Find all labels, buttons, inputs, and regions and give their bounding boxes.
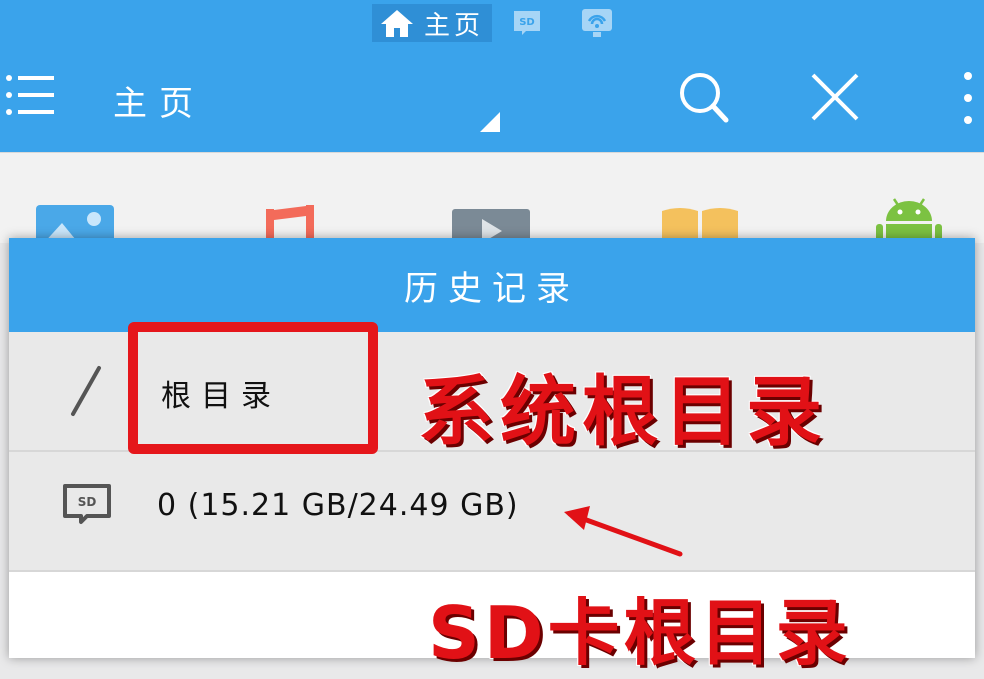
annotation-highlight-box bbox=[128, 322, 378, 454]
annotation-sd-root: SD卡根目录 bbox=[428, 591, 852, 675]
more-options-button[interactable] bbox=[956, 70, 980, 126]
menu-button[interactable] bbox=[4, 72, 56, 118]
history-item-sd-card-label: 0 (15.21 GB/24.49 GB) bbox=[157, 487, 519, 523]
remote-wifi-icon bbox=[580, 7, 614, 39]
annotation-arrow-icon bbox=[564, 506, 683, 557]
dialog-title: 历史记录 bbox=[9, 238, 975, 332]
top-app-bar: 主页 SD 主页 bbox=[0, 0, 984, 152]
search-button[interactable] bbox=[676, 70, 730, 124]
annotation-system-root: 系统根目录 bbox=[418, 367, 828, 456]
slash-icon bbox=[61, 362, 111, 424]
close-icon bbox=[808, 73, 862, 128]
page-title: 主页 bbox=[113, 84, 205, 124]
svg-text:SD: SD bbox=[78, 495, 97, 509]
tab-sd-card[interactable]: SD bbox=[492, 4, 562, 42]
tab-remote[interactable] bbox=[562, 4, 632, 42]
close-button[interactable] bbox=[808, 70, 862, 124]
svg-text:SD: SD bbox=[519, 17, 535, 28]
history-item-sd-card[interactable]: SD 0 (15.21 GB/24.49 GB) bbox=[9, 452, 975, 572]
home-icon bbox=[380, 8, 414, 38]
sd-card-icon: SD bbox=[61, 482, 113, 530]
menu-icon bbox=[4, 75, 56, 122]
tab-home[interactable]: 主页 bbox=[372, 4, 493, 42]
dropdown-caret-icon[interactable] bbox=[480, 112, 500, 132]
more-vert-icon bbox=[956, 72, 980, 130]
category-strip bbox=[0, 152, 984, 265]
sd-card-icon: SD bbox=[510, 9, 544, 37]
tab-strip: 主页 SD bbox=[372, 4, 632, 42]
tab-home-label: 主页 bbox=[424, 10, 485, 41]
search-icon bbox=[676, 73, 730, 128]
